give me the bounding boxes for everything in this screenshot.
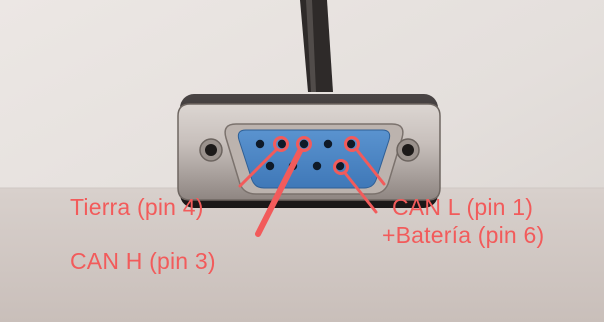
connector-photo: Tierra (pin 4) CAN H (pin 3) CAN L (pin … — [0, 0, 604, 322]
label-can-h: CAN H (pin 3) — [70, 248, 216, 274]
pin-socket — [312, 161, 322, 171]
label-can-l: CAN L (pin 1) — [392, 194, 534, 220]
pin-socket — [265, 161, 275, 171]
pin-socket — [346, 139, 356, 149]
pin-socket — [299, 139, 309, 149]
pin-socket — [277, 139, 287, 149]
label-tierra: Tierra (pin 4) — [70, 194, 204, 220]
blue-insulator — [237, 129, 391, 189]
label-bateria: +Batería (pin 6) — [382, 222, 545, 248]
pin-socket — [323, 139, 333, 149]
pin-socket — [255, 139, 265, 149]
